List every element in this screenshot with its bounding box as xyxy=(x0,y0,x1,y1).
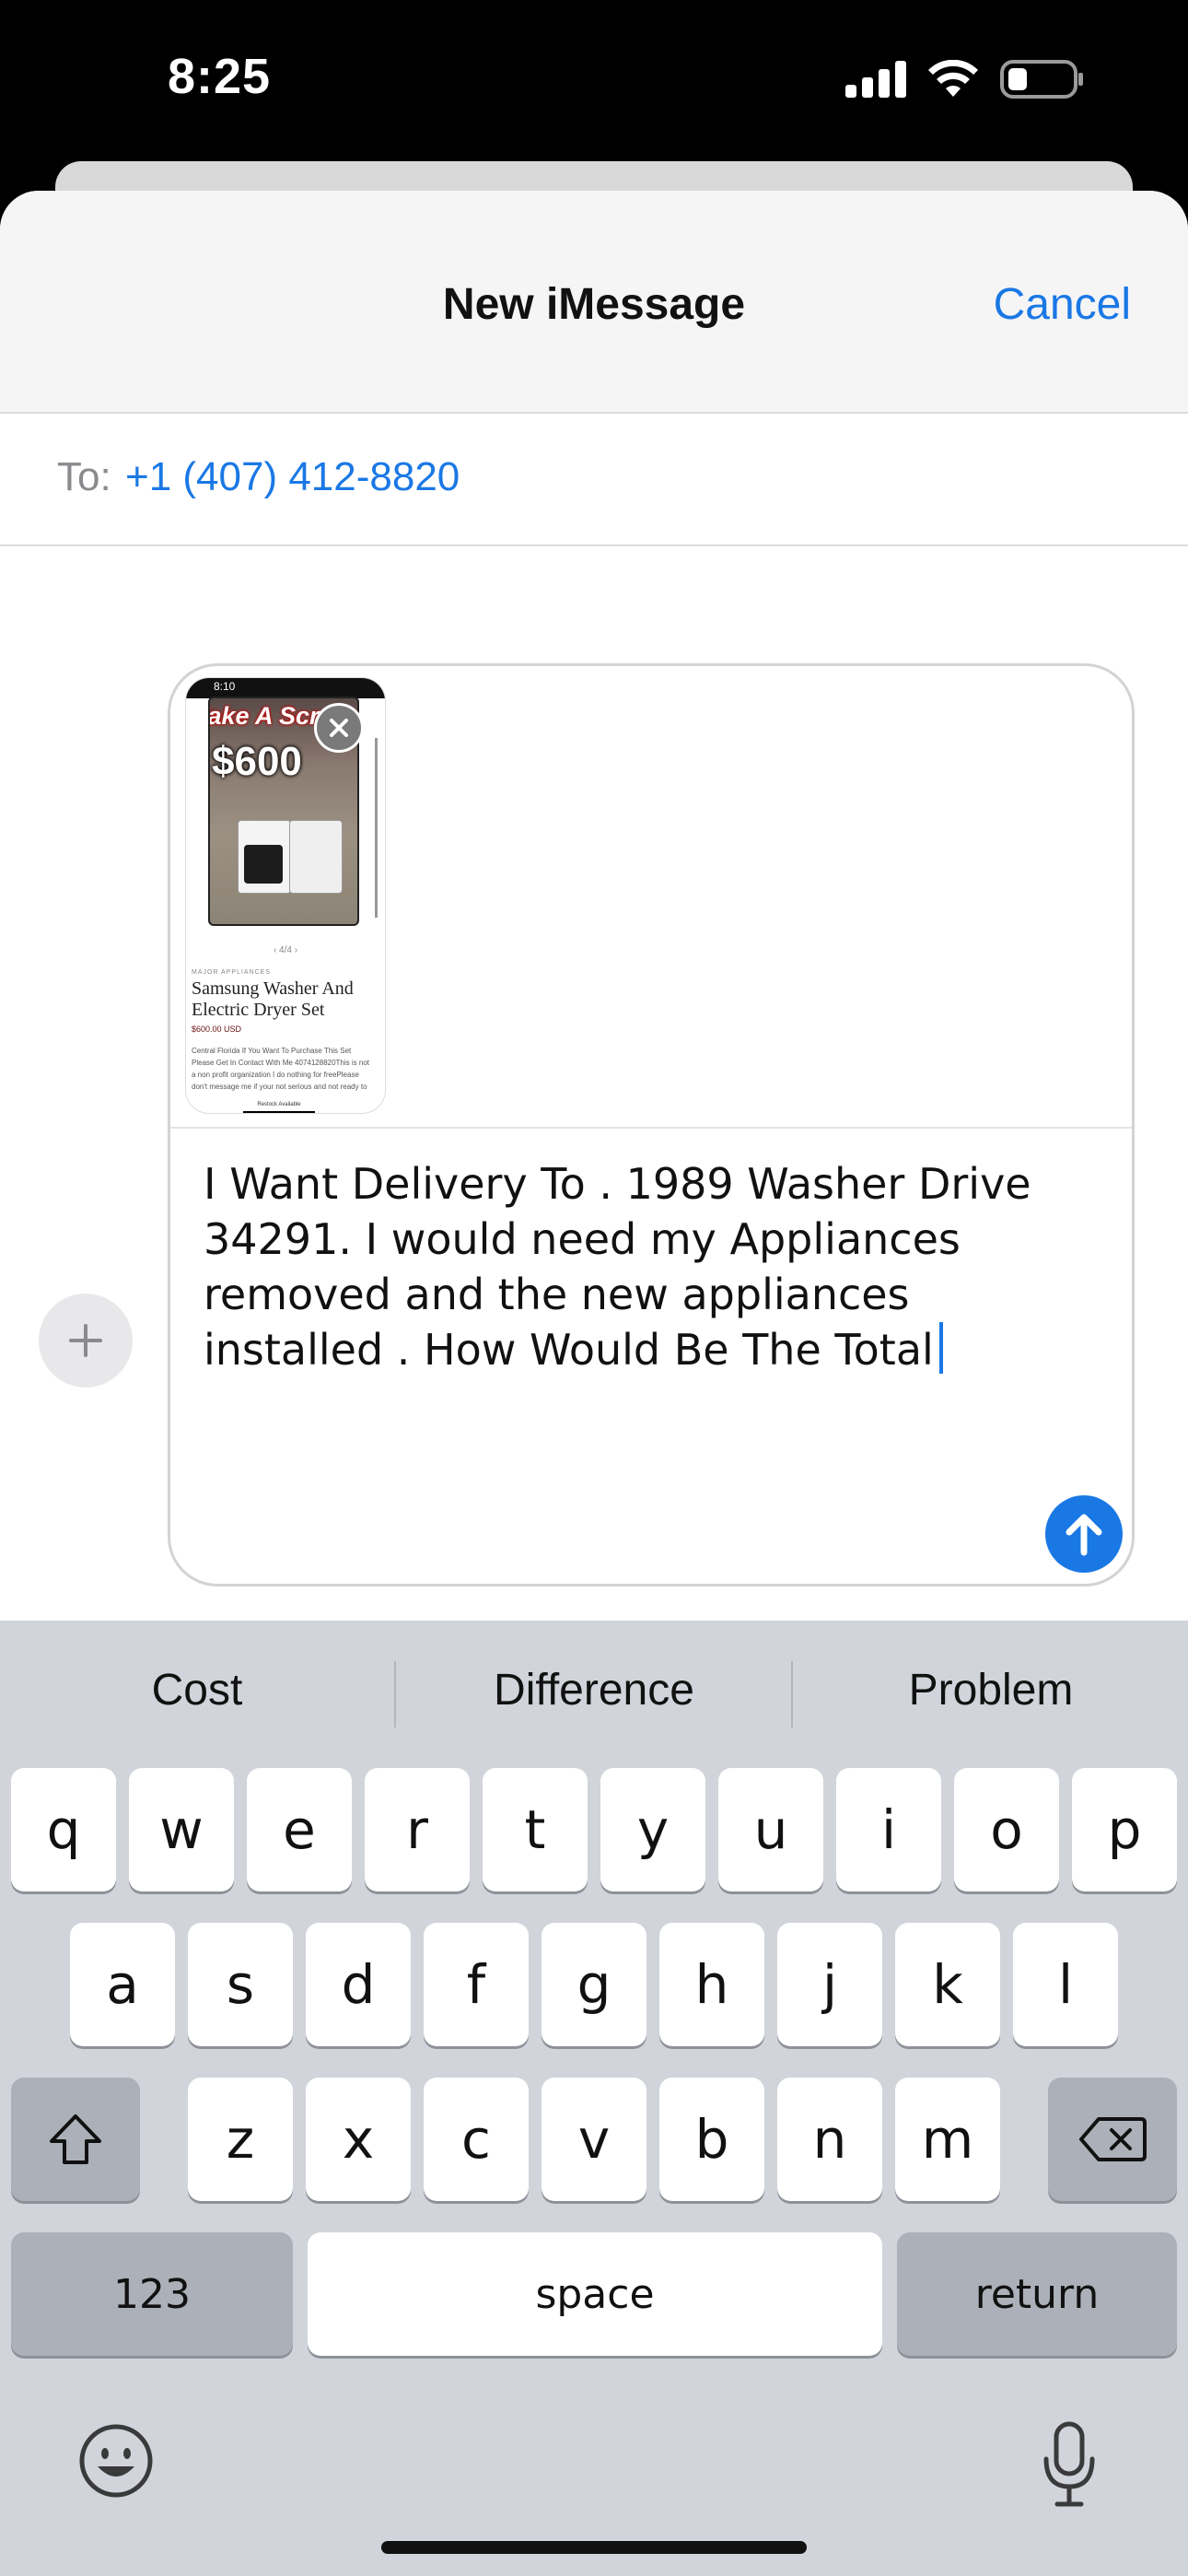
key-y[interactable]: y xyxy=(600,1768,705,1891)
product-description: Central Florida If You Want To Purchase … xyxy=(192,1047,369,1091)
space-key[interactable]: space xyxy=(308,2232,882,2356)
message-text: I Want Delivery To . 1989 Washer Drive 3… xyxy=(204,1159,1031,1375)
key-i[interactable]: i xyxy=(836,1768,941,1891)
navigation-bar: New iMessage Cancel xyxy=(0,191,1188,414)
key-z[interactable]: z xyxy=(188,2078,293,2201)
arrow-up-icon xyxy=(1066,1514,1102,1556)
battery-icon xyxy=(1000,60,1083,99)
backspace-icon xyxy=(1079,2117,1147,2161)
key-e[interactable]: e xyxy=(247,1768,352,1891)
return-key[interactable]: return xyxy=(897,2232,1177,2356)
message-input[interactable]: I Want Delivery To . 1989 Washer Drive 3… xyxy=(204,1156,1032,1377)
key-u[interactable]: u xyxy=(718,1768,823,1891)
message-composer[interactable]: 8:10 Take A Screenshot $600 ‹ 4/4 › MAJO… xyxy=(168,663,1135,1587)
key-k[interactable]: k xyxy=(895,1923,1000,2046)
key-g[interactable]: g xyxy=(542,1923,646,2046)
status-bar: 8:25 xyxy=(0,0,1188,166)
washer-image xyxy=(238,820,291,894)
key-b[interactable]: b xyxy=(659,2078,764,2201)
key-f[interactable]: f xyxy=(424,1923,529,2046)
key-o[interactable]: o xyxy=(954,1768,1059,1891)
home-indicator[interactable] xyxy=(381,2541,807,2554)
microphone-icon xyxy=(1043,2421,1095,2507)
key-w[interactable]: w xyxy=(129,1768,234,1891)
emoji-icon xyxy=(79,2424,153,2498)
price-overlay: $600 xyxy=(212,739,302,784)
status-icons xyxy=(845,57,1085,101)
shift-icon xyxy=(50,2114,101,2164)
thumbnail-status-bar: 8:10 xyxy=(186,678,385,698)
suggestion-problem[interactable]: Problem xyxy=(794,1621,1188,1759)
dryer-image xyxy=(289,820,343,894)
dictation-button[interactable] xyxy=(1041,2420,1098,2509)
status-time: 8:25 xyxy=(168,49,272,104)
key-p[interactable]: p xyxy=(1072,1768,1177,1891)
product-title: Samsung Washer And Electric Dryer Set xyxy=(192,978,354,1020)
suggestion-difference[interactable]: Difference xyxy=(397,1621,791,1759)
cancel-button[interactable]: Cancel xyxy=(994,279,1131,330)
numbers-key[interactable]: 123 xyxy=(11,2232,293,2356)
text-cursor xyxy=(938,1322,943,1374)
key-c[interactable]: c xyxy=(424,2078,529,2201)
add-attachment-button[interactable] xyxy=(39,1294,133,1388)
send-button[interactable] xyxy=(1045,1495,1123,1573)
key-m[interactable]: m xyxy=(895,2078,1000,2201)
cellular-signal-icon xyxy=(845,61,906,98)
key-h[interactable]: h xyxy=(659,1923,764,2046)
wifi-icon xyxy=(928,60,978,97)
key-a[interactable]: a xyxy=(70,1923,175,2046)
key-r[interactable]: r xyxy=(365,1768,470,1891)
to-label: To: xyxy=(57,454,111,499)
key-x[interactable]: x xyxy=(306,2078,411,2201)
keyboard: Cost Difference Problem q w e r t y u i … xyxy=(0,1621,1188,2576)
remove-attachment-button[interactable] xyxy=(314,703,364,753)
product-category: MAJOR APPLIANCES xyxy=(192,969,272,976)
key-j[interactable]: j xyxy=(777,1923,882,2046)
recipient-token[interactable]: +1 (407) 412-8820 xyxy=(125,454,460,500)
key-l[interactable]: l xyxy=(1013,1923,1118,2046)
attachment-area: 8:10 Take A Screenshot $600 ‹ 4/4 › MAJO… xyxy=(170,666,1132,1129)
thumbnail-scrollbar xyxy=(375,738,378,918)
suggestion-cost[interactable]: Cost xyxy=(0,1621,394,1759)
key-n[interactable]: n xyxy=(777,2078,882,2201)
key-s[interactable]: s xyxy=(188,1923,293,2046)
key-q[interactable]: q xyxy=(11,1768,116,1891)
recipient-field[interactable]: To: +1 (407) 412-8820 xyxy=(0,414,1188,546)
close-icon xyxy=(330,719,348,737)
delete-key[interactable] xyxy=(1048,2078,1177,2201)
page-indicator: ‹ 4/4 › xyxy=(273,945,298,955)
emoji-button[interactable] xyxy=(77,2422,155,2500)
predictive-bar: Cost Difference Problem xyxy=(0,1621,1188,1759)
restock-label: Restock Available xyxy=(243,1102,315,1113)
key-t[interactable]: t xyxy=(483,1768,588,1891)
key-v[interactable]: v xyxy=(542,2078,646,2201)
product-price: $600.00 USD xyxy=(192,1025,242,1034)
plus-icon xyxy=(69,1324,102,1357)
suggestion-divider xyxy=(791,1661,793,1727)
key-d[interactable]: d xyxy=(306,1923,411,2046)
shift-key[interactable] xyxy=(11,2078,140,2201)
suggestion-divider xyxy=(394,1661,396,1727)
